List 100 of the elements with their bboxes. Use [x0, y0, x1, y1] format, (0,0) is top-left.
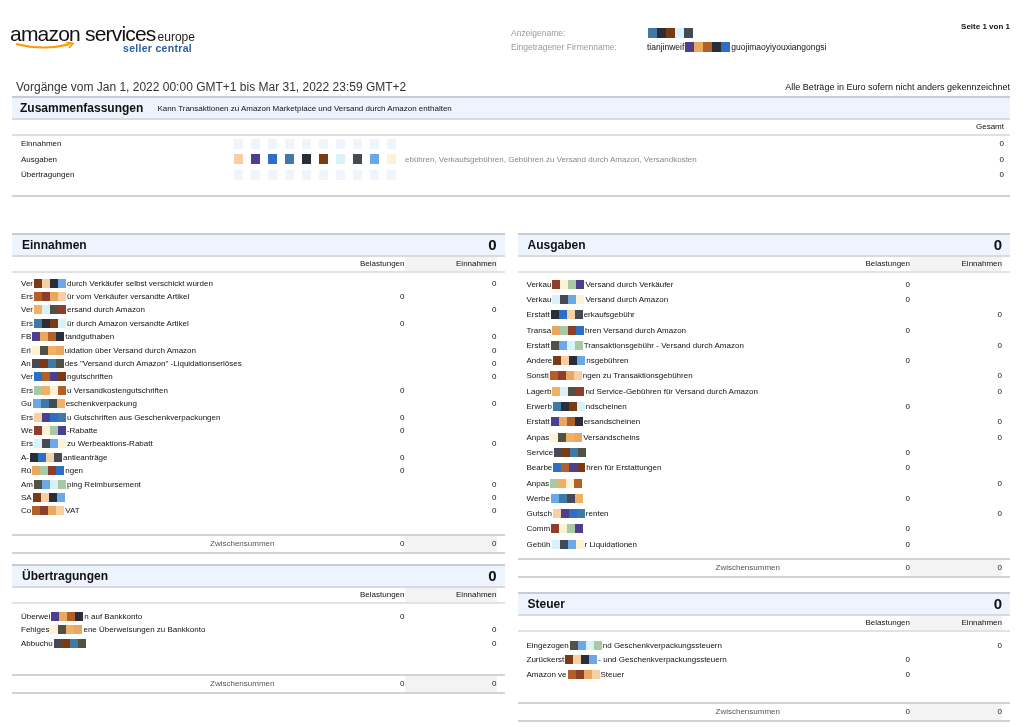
table-cell: 0: [905, 463, 910, 473]
table-cell: 0: [905, 279, 910, 289]
row-label: SA: [21, 492, 32, 502]
section-total: 0: [488, 567, 497, 585]
row-label: Eingezogen: [526, 640, 569, 650]
row-label: An: [21, 359, 31, 369]
table-cell: 0: [997, 432, 1002, 442]
row-label: n auf Bankkonto: [84, 611, 143, 621]
table-cell: 0: [910, 559, 1002, 576]
row-label: - und Geschenkverpackungssteuern: [598, 655, 727, 665]
row-label: Ver: [21, 278, 33, 288]
section-total: 0: [993, 236, 1002, 253]
table-cell: 0: [905, 325, 910, 335]
row-label: ür durch Amazon versandte Artikel: [67, 318, 189, 328]
table-cell: 0: [997, 417, 1002, 427]
table-cell-text: 0: [399, 539, 405, 549]
table-cell: 0: [404, 675, 497, 692]
row-label: nd Geschenkverpackungssteuern: [602, 640, 722, 650]
table-cell: 0: [400, 611, 405, 621]
row-label: Verkau: [526, 279, 552, 289]
table-cell: 0: [492, 492, 497, 502]
row-label: ene Überweisungen zu Bankkonto: [83, 625, 206, 635]
table-cell: 0: [905, 655, 910, 665]
section-title: Übertragungen: [22, 568, 108, 583]
table-cell: 0: [492, 305, 497, 315]
section-total: 0: [993, 595, 1002, 613]
table-cell: 0: [905, 539, 910, 549]
row-label: u Gutschriften aus Geschenkverpackungen: [67, 412, 221, 422]
row-label: Ers: [21, 439, 33, 449]
table-cell: 0: [997, 509, 1002, 519]
row-label: Anpas: [526, 432, 550, 442]
row-label: Erstatt: [526, 340, 550, 350]
row-label: Service: [526, 447, 554, 457]
row-label: Erstatt: [526, 310, 550, 320]
row-label: Einnahmen: [21, 139, 63, 149]
section-title: Einnahmen: [22, 237, 87, 252]
table-cell-text: 0: [998, 154, 1004, 164]
row-label: erkaufsgebühr: [583, 310, 635, 320]
row-label: nd Service-Gebühren für Versand durch Amazon: [585, 386, 758, 396]
field-value: guojimaoyiyouxiangongsi: [731, 42, 827, 52]
table-cell-text: 0: [998, 170, 1004, 180]
subtotal-label: Zwischensummen: [714, 563, 781, 573]
row-label: Verkau: [526, 294, 552, 304]
row-label: Werbe: [526, 493, 550, 503]
section-title: Zusammenfassungen: [20, 101, 144, 115]
table-cell-text: 0: [904, 563, 910, 573]
row-label: Erl: [21, 345, 31, 355]
row-label: u Versandkostengutschriften: [67, 385, 168, 395]
field-value: tianjinweif: [647, 42, 685, 52]
row-label: Steuer: [600, 669, 625, 679]
row-label: Erstatt: [526, 417, 550, 427]
table-cell: 0: [997, 340, 1002, 350]
row-label: Zurückerst: [526, 655, 565, 665]
column-header: Belastungen: [359, 590, 405, 600]
table-cell: 0: [400, 466, 405, 476]
table-cell: 0: [997, 386, 1002, 396]
row-label: Abbuchu: [21, 638, 53, 648]
table-cell: 0: [400, 318, 405, 328]
table-cell: 0: [492, 638, 497, 648]
row-label: hren für Erstattungen: [586, 463, 662, 473]
row-label: Versandscheins: [583, 432, 640, 442]
row-label: Andere: [526, 356, 553, 366]
row-label: A-: [21, 452, 29, 462]
table-cell: 0: [400, 385, 405, 395]
row-label: zu Werbeaktions-Rabatt: [67, 439, 153, 449]
row-label: hren Versand durch Amazon: [585, 325, 687, 335]
table-cell: 0: [905, 669, 910, 679]
table-cell: 0: [905, 356, 910, 366]
row-label: Comm: [526, 524, 551, 534]
table-cell: 0: [492, 332, 497, 342]
row-label: Bearbe: [526, 463, 553, 473]
table-cell: 0: [400, 426, 405, 435]
row-label: Versand durch Verkäufer: [585, 279, 674, 289]
subtotal-label: Zwischensummen: [714, 707, 781, 717]
table-cell-text: 0: [998, 139, 1004, 149]
row-label: ngutschriften: [67, 372, 113, 382]
row-label: Anpas: [526, 478, 550, 488]
table-cell: 0: [997, 371, 1002, 381]
row-label: uidation über Versand durch Amazon: [64, 345, 196, 355]
row-label: Erwerb: [526, 402, 552, 411]
row-label: Ers: [21, 385, 33, 395]
table-cell: 0: [492, 399, 497, 409]
table-cell: 0: [905, 402, 910, 411]
row-label: antieanträge: [63, 452, 108, 462]
table-cell: 0: [905, 447, 910, 457]
row-label: Versand durch Amazon: [585, 294, 669, 304]
currency-note: Alle Beträge in Euro sofern nicht anders gekennzeichnet: [785, 82, 1010, 92]
table-cell: 0: [400, 412, 405, 422]
row-label: We: [21, 426, 33, 435]
row-label: Überwei: [21, 611, 51, 621]
row-label: Fehlges: [21, 625, 50, 635]
row-label: ersand durch Amazon: [67, 305, 145, 315]
row-label: Ver: [21, 372, 33, 382]
page-number: Seite 1 von 1: [961, 22, 1010, 31]
row-description: ebühren, Verkaufsgebühren, Gebühren zu Versand durch Amazon, Versandkosten: [405, 154, 697, 164]
column-header: Gesamt: [976, 122, 1004, 131]
field-label: Anzeigename:: [511, 28, 567, 38]
table-cell-text: 0: [399, 679, 405, 689]
table-cell: 0: [492, 278, 497, 288]
table-cell: 0: [997, 310, 1002, 320]
